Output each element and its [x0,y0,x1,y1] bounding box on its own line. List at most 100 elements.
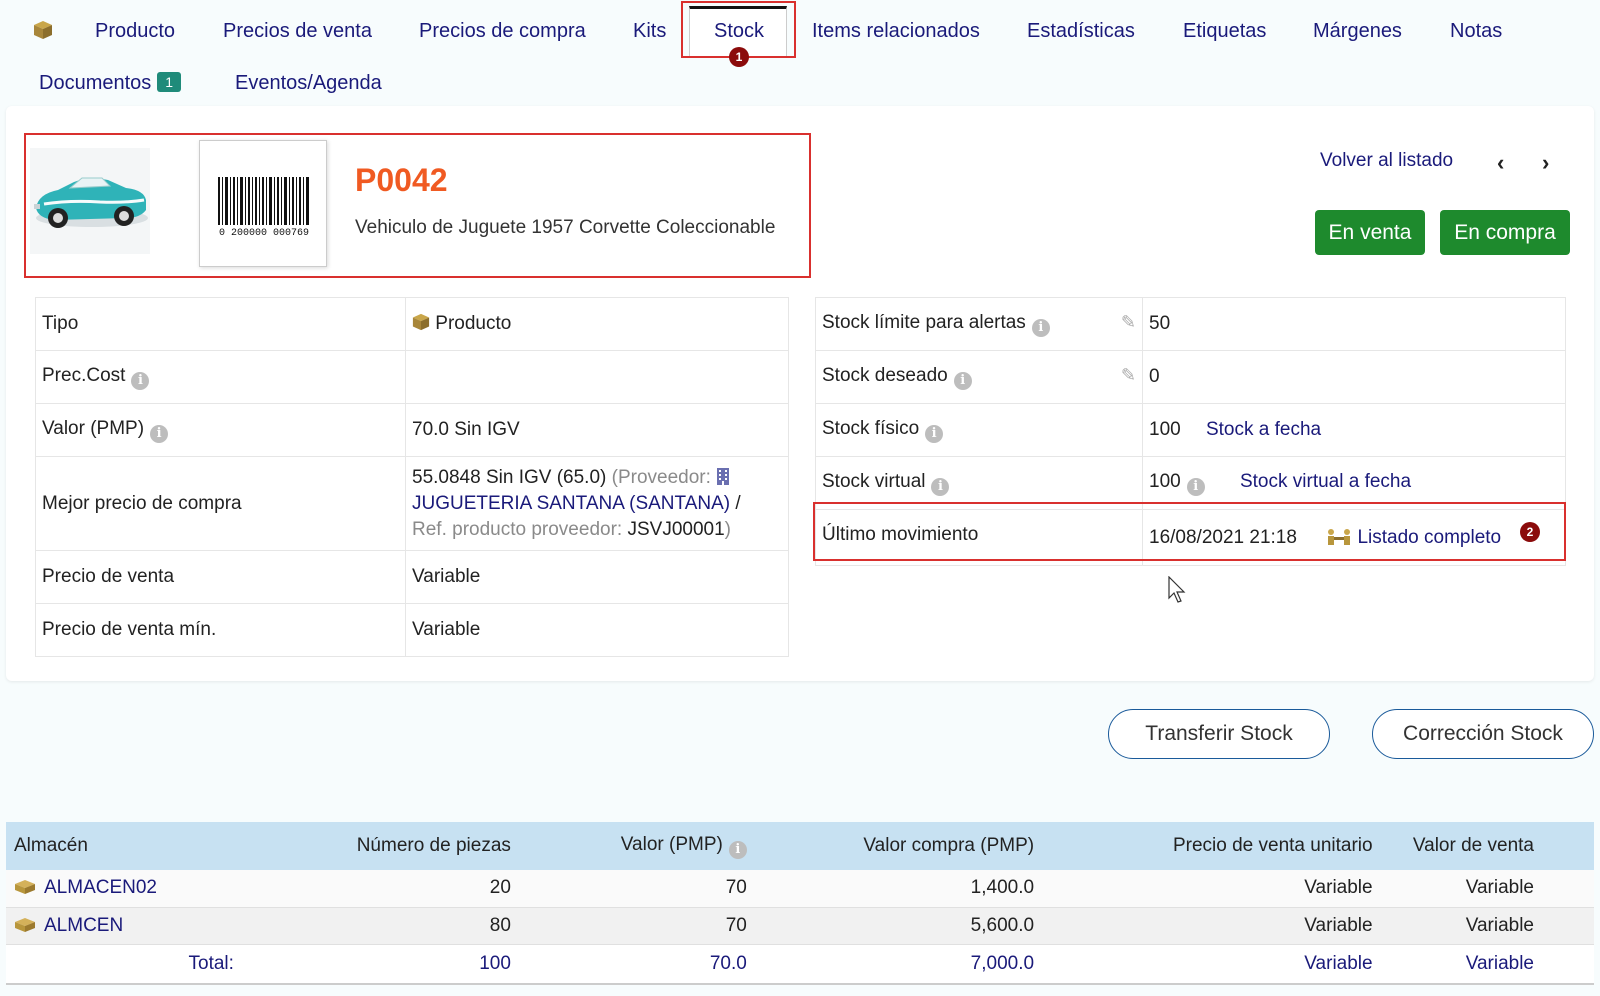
unit-price-cell: Variable [1042,907,1381,945]
tab-documentos-label: Documentos [39,72,152,94]
virtual-label: Stock virtual [822,470,926,492]
info-icon[interactable]: i [953,371,972,390]
tab-etiquetas[interactable]: Etiquetas [1183,20,1266,43]
unit-price-cell: Variable [1042,870,1381,908]
pmp-value: 70.0 Sin IGV [405,403,789,457]
best-price-value: 55.0848 Sin IGV (65.0) [412,466,607,488]
min-sell-price-label: Precio de venta mín. [35,603,406,657]
col-numero-piezas[interactable]: Número de piezas [241,822,519,870]
tab-estadisticas[interactable]: Estadísticas [1027,20,1135,43]
warehouse-link[interactable]: ALMACEN02 [44,877,157,898]
info-icon[interactable]: i [1186,477,1205,496]
product-type-icon [412,313,430,331]
info-icon[interactable]: i [1031,318,1050,337]
transfer-stock-button[interactable]: Transferir Stock [1108,709,1330,759]
step-marker-2: 2 [1520,522,1540,542]
warehouse-box-icon [15,917,35,932]
total-buy-value: 7,000.0 [754,944,1043,985]
alert-value: 50 [1142,297,1566,351]
physical-cell: Stock físico i [815,403,1143,457]
product-image[interactable] [30,148,150,254]
step-marker-1: 1 [729,47,749,67]
edit-pencil-icon[interactable]: ✎ [1121,365,1136,386]
table-row: ALMCEN 80 70 5,600.0 Variable Variable [6,907,1594,945]
tab-kits[interactable]: Kits [633,20,666,43]
pmp-label: Valor (PMP) [42,417,145,439]
desired-value: 0 [1142,350,1566,404]
physical-value-cell: 100 Stock a fecha [1142,403,1566,457]
physical-value: 100 [1149,419,1181,440]
info-icon[interactable]: i [931,477,950,496]
buy-value-cell: 5,600.0 [754,907,1043,945]
col-valor-pmp[interactable]: Valor (PMP) i [518,822,755,870]
total-pieces: 100 [241,944,519,985]
tab-notas[interactable]: Notas [1450,20,1502,43]
sell-price-label: Precio de venta [35,550,406,604]
listado-completo-link[interactable]: Listado completo [1357,527,1501,548]
tab-precios-venta[interactable]: Precios de venta [223,20,372,43]
warehouse-stock-table: Almacén Número de piezas Valor (PMP) i Va… [6,822,1594,985]
total-unit-price: Variable [1042,944,1381,985]
last-move-value: 16/08/2021 21:18 [1149,526,1297,548]
supplier-separator: / [735,492,741,514]
tab-eventos-agenda[interactable]: Eventos/Agenda [235,72,382,95]
alert-label: Stock límite para alertas [822,311,1026,333]
tab-items-relacionados[interactable]: Items relacionados [812,20,980,43]
next-record-icon[interactable]: › [1542,150,1549,176]
pmp-cell: 70 [518,870,755,908]
sell-value-cell: Variable [1380,870,1594,908]
info-icon[interactable]: i [728,840,747,859]
barcode-image[interactable]: 0 200000 000769 [199,140,327,267]
col-valor-venta[interactable]: Valor de venta [1380,822,1594,870]
product-info-table: Tipo Producto Prec.Cost i Valor (PMP) i 70… [35,297,789,657]
table-row: ALMACEN02 20 70 1,400.0 Variable Variabl… [6,870,1594,908]
prec-cost-cell: Prec.Cost i [35,350,406,404]
pmp-cell: 70 [518,907,755,945]
warehouse-box-icon [15,880,35,895]
back-to-list-link[interactable]: Volver al listado [1320,150,1453,172]
total-pmp: 70.0 [518,944,755,985]
warehouse-cell: ALMCEN [6,907,242,945]
supplier-link[interactable]: JUGUETERIA SANTANA (SANTANA) [412,493,730,514]
tab-margenes[interactable]: Márgenes [1313,20,1402,43]
tab-stock[interactable]: Stock [714,20,764,43]
last-move-cell: 16/08/2021 21:18 Listado completo [1142,509,1566,566]
col-valor-compra[interactable]: Valor compra (PMP) [754,822,1043,870]
product-label: Vehiculo de Juguete 1957 Corvette Colecc… [355,217,776,238]
warehouse-link[interactable]: ALMCEN [44,915,123,936]
previous-record-icon[interactable]: ‹ [1497,150,1504,176]
edit-pencil-icon[interactable]: ✎ [1121,312,1136,333]
barcode-icon: 0 200000 000769 [218,177,309,239]
virtual-cell: Stock virtual i [815,456,1143,510]
stock-virtual-a-fecha-link[interactable]: Stock virtual a fecha [1240,471,1411,492]
sell-price-value: Variable [405,550,789,604]
pieces-cell: 80 [241,907,519,945]
physical-label: Stock físico [822,417,920,439]
info-icon[interactable]: i [131,371,150,390]
buy-value-cell: 1,400.0 [754,870,1043,908]
pmp-cell: Valor (PMP) i [35,403,406,457]
virtual-value: 100 [1149,470,1181,492]
sell-value-cell: Variable [1380,907,1594,945]
product-box-icon[interactable] [33,20,53,40]
warehouse-cell: ALMACEN02 [6,870,242,908]
stock-a-fecha-link[interactable]: Stock a fecha [1206,419,1321,440]
alert-cell: Stock límite para alertas i ✎ [815,297,1143,351]
tab-bar: Producto Precios de venta Precios de com… [0,0,1600,106]
status-en-venta-button[interactable]: En venta [1315,210,1425,255]
status-en-compra-button[interactable]: En compra [1440,210,1570,255]
tipo-cell: Producto [405,297,789,351]
desired-label: Stock deseado [822,364,948,386]
col-almacen[interactable]: Almacén [6,822,242,870]
correction-stock-button[interactable]: Corrección Stock [1372,709,1594,759]
info-icon[interactable]: i [925,424,944,443]
building-icon [717,467,730,485]
tab-producto[interactable]: Producto [95,20,175,43]
tipo-label: Tipo [35,297,406,351]
tab-documentos[interactable]: Documentos 1 [39,72,182,95]
col-precio-venta-unitario[interactable]: Precio de venta unitario [1042,822,1381,870]
desired-cell: Stock deseado i ✎ [815,350,1143,404]
best-price-label: Mejor precio de compra [35,456,406,551]
info-icon[interactable]: i [150,424,169,443]
tab-precios-compra[interactable]: Precios de compra [419,20,586,43]
